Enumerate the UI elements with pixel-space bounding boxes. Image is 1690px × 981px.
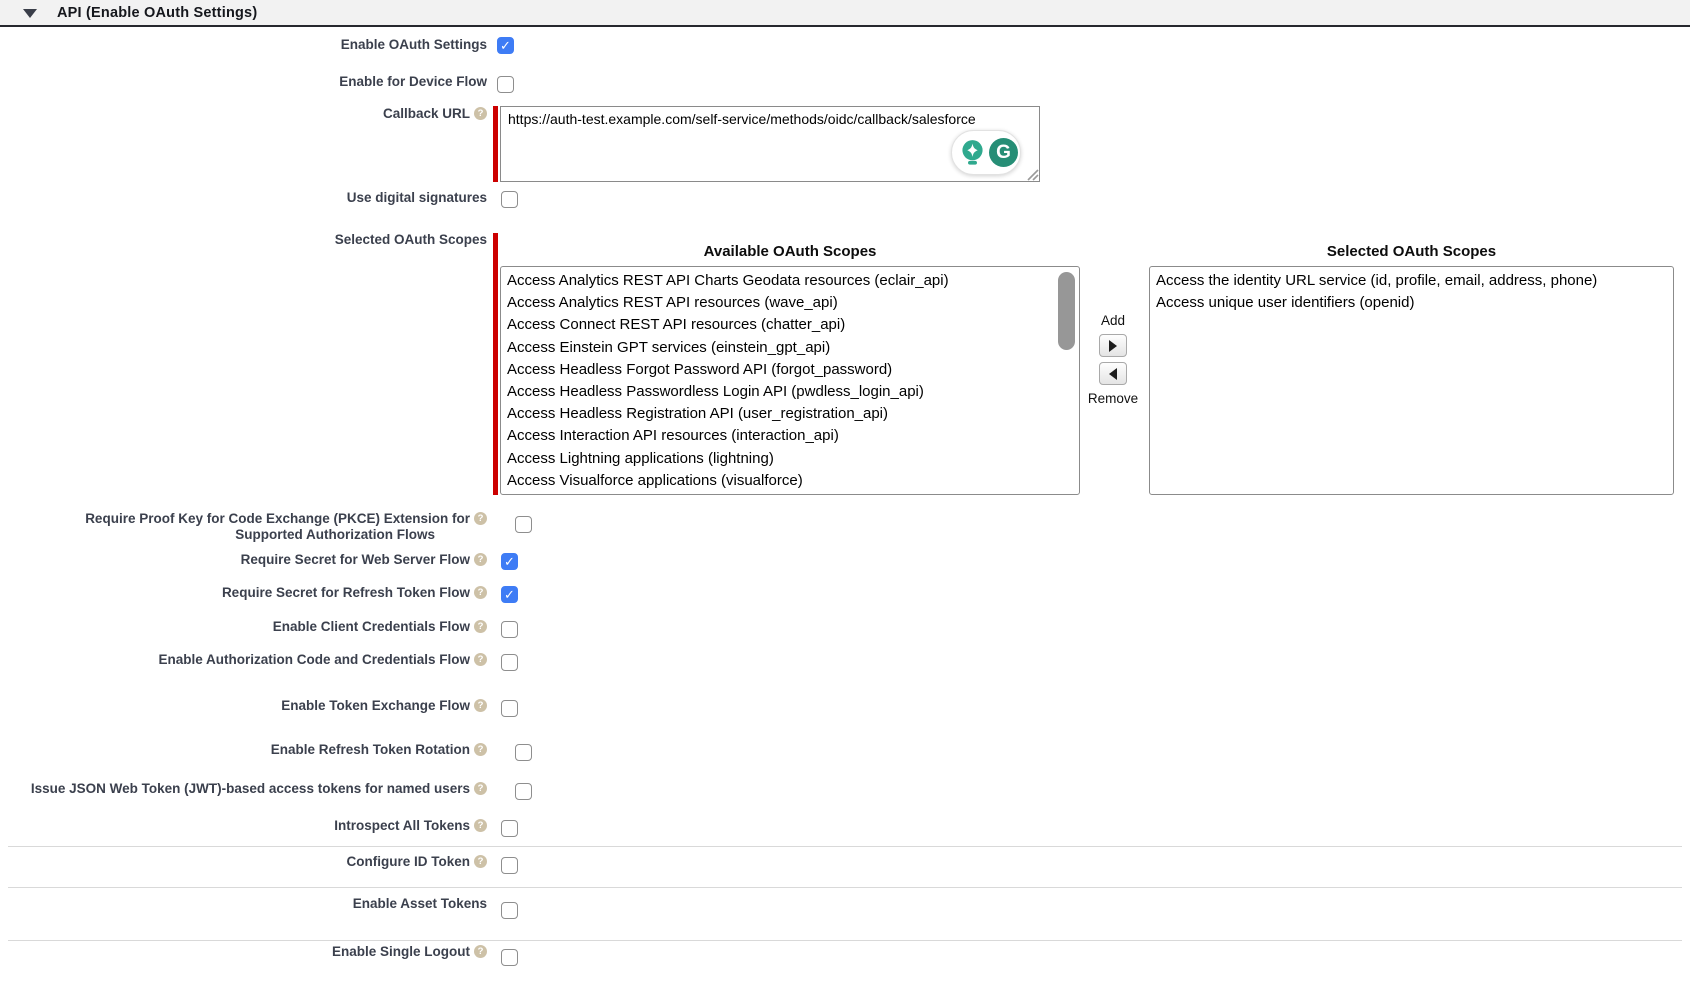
issue-jwt-named-users-checkbox[interactable] bbox=[515, 783, 532, 800]
list-item[interactable]: Access Headless Registration API (user_r… bbox=[507, 403, 1079, 425]
introspect-all-tokens-label: Introspect All Tokens bbox=[0, 818, 487, 834]
required-indicator-bar bbox=[493, 233, 498, 495]
list-item[interactable]: Access Headless Passwordless Login API (… bbox=[507, 381, 1079, 403]
pkce-checkbox[interactable] bbox=[515, 516, 532, 533]
help-icon[interactable] bbox=[474, 699, 487, 712]
list-item[interactable]: Access Analytics REST API Charts Geodata… bbox=[507, 270, 1079, 292]
help-icon[interactable] bbox=[474, 743, 487, 756]
enable-oauth-settings-label: Enable OAuth Settings bbox=[0, 37, 487, 53]
enable-refresh-token-rotation-label: Enable Refresh Token Rotation bbox=[0, 742, 487, 758]
collapse-triangle-icon[interactable] bbox=[23, 9, 37, 18]
pkce-label: Require Proof Key for Code Exchange (PKC… bbox=[0, 511, 487, 543]
required-indicator-bar bbox=[493, 106, 498, 182]
enable-single-logout-checkbox[interactable] bbox=[501, 949, 518, 966]
textarea-resize-handle[interactable] bbox=[1027, 169, 1039, 181]
help-icon[interactable] bbox=[474, 945, 487, 958]
use-digital-signatures-checkbox[interactable] bbox=[501, 191, 518, 208]
introspect-all-tokens-checkbox[interactable] bbox=[501, 820, 518, 837]
grammarly-logo-icon[interactable] bbox=[989, 138, 1018, 167]
remove-scope-button[interactable] bbox=[1099, 362, 1127, 385]
selected-scopes-title: Selected OAuth Scopes bbox=[1149, 243, 1674, 260]
section-title: API (Enable OAuth Settings) bbox=[57, 5, 257, 21]
enable-token-exchange-label: Enable Token Exchange Flow bbox=[0, 698, 487, 714]
oauth-settings-section: API (Enable OAuth Settings) Enable OAuth… bbox=[0, 0, 1690, 981]
help-icon[interactable] bbox=[474, 620, 487, 633]
list-item[interactable]: Access unique user identifiers (openid) bbox=[1156, 292, 1673, 314]
list-item[interactable]: Access Visualforce applications (visualf… bbox=[507, 470, 1079, 492]
list-item[interactable]: Access Connect REST API resources (chatt… bbox=[507, 314, 1079, 336]
section-header: API (Enable OAuth Settings) bbox=[0, 0, 1690, 27]
help-icon[interactable] bbox=[474, 782, 487, 795]
configure-id-token-label: Configure ID Token bbox=[0, 854, 487, 870]
require-secret-refresh-token-label: Require Secret for Refresh Token Flow bbox=[0, 585, 487, 601]
left-arrow-icon bbox=[1109, 368, 1117, 380]
help-icon[interactable] bbox=[474, 653, 487, 666]
help-icon[interactable] bbox=[474, 855, 487, 868]
enable-asset-tokens-checkbox[interactable] bbox=[501, 902, 518, 919]
row-divider bbox=[8, 940, 1682, 941]
help-icon[interactable] bbox=[474, 586, 487, 599]
require-secret-web-server-checkbox[interactable] bbox=[501, 553, 518, 570]
enable-for-device-flow-label: Enable for Device Flow bbox=[0, 74, 487, 90]
list-item[interactable]: Access Headless Forgot Password API (for… bbox=[507, 359, 1079, 381]
remove-label: Remove bbox=[1084, 391, 1142, 406]
listbox-scrollbar-thumb[interactable] bbox=[1058, 272, 1075, 350]
right-arrow-icon bbox=[1109, 340, 1117, 352]
require-secret-refresh-token-checkbox[interactable] bbox=[501, 586, 518, 603]
help-icon[interactable] bbox=[474, 107, 487, 120]
list-item[interactable]: Access the identity URL service (id, pro… bbox=[1156, 270, 1673, 292]
list-item[interactable]: Access Interaction API resources (intera… bbox=[507, 425, 1079, 447]
available-scopes-title: Available OAuth Scopes bbox=[500, 243, 1080, 260]
list-item[interactable]: Access Einstein GPT services (einstein_g… bbox=[507, 337, 1079, 359]
use-digital-signatures-label: Use digital signatures bbox=[0, 190, 487, 206]
enable-token-exchange-checkbox[interactable] bbox=[501, 700, 518, 717]
enable-client-credentials-checkbox[interactable] bbox=[501, 621, 518, 638]
help-icon[interactable] bbox=[474, 553, 487, 566]
enable-auth-code-credentials-label: Enable Authorization Code and Credential… bbox=[0, 652, 487, 668]
enable-auth-code-credentials-checkbox[interactable] bbox=[501, 654, 518, 671]
issue-jwt-named-users-label: Issue JSON Web Token (JWT)-based access … bbox=[0, 781, 487, 797]
list-item[interactable]: Access Lightning applications (lightning… bbox=[507, 448, 1079, 470]
add-label: Add bbox=[1084, 313, 1142, 328]
enable-refresh-token-rotation-checkbox[interactable] bbox=[515, 744, 532, 761]
require-secret-web-server-label: Require Secret for Web Server Flow bbox=[0, 552, 487, 568]
row-divider bbox=[8, 846, 1682, 847]
help-icon[interactable] bbox=[474, 512, 487, 525]
enable-client-credentials-label: Enable Client Credentials Flow bbox=[0, 619, 487, 635]
enable-oauth-settings-checkbox[interactable] bbox=[497, 37, 514, 54]
grammarly-suggestion-bulb-icon[interactable] bbox=[959, 139, 986, 167]
configure-id-token-checkbox[interactable] bbox=[501, 857, 518, 874]
enable-for-device-flow-checkbox[interactable] bbox=[497, 76, 514, 93]
enable-single-logout-label: Enable Single Logout bbox=[0, 944, 487, 960]
selected-oauth-scopes-label: Selected OAuth Scopes bbox=[0, 232, 487, 248]
add-scope-button[interactable] bbox=[1099, 334, 1127, 357]
available-scopes-listbox[interactable]: Access Analytics REST API Charts Geodata… bbox=[500, 266, 1080, 495]
list-item[interactable]: Access Analytics REST API resources (wav… bbox=[507, 292, 1079, 314]
callback-url-label: Callback URL bbox=[0, 106, 487, 122]
help-icon[interactable] bbox=[474, 819, 487, 832]
row-divider bbox=[8, 887, 1682, 888]
selected-scopes-listbox[interactable]: Access the identity URL service (id, pro… bbox=[1149, 266, 1674, 495]
enable-asset-tokens-label: Enable Asset Tokens bbox=[0, 896, 487, 912]
